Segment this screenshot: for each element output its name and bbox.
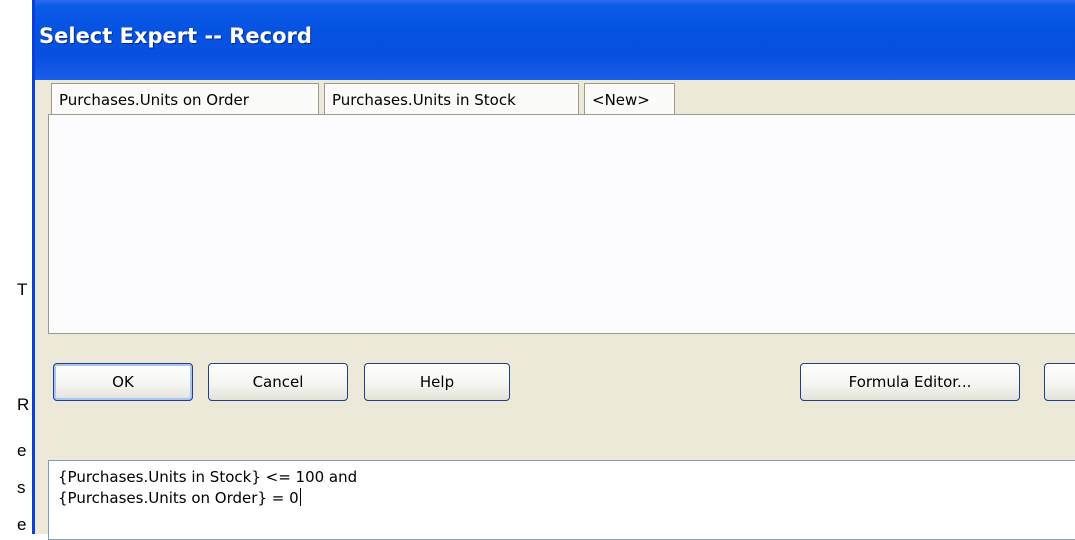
text-caret bbox=[299, 488, 301, 506]
tab-new[interactable]: <New> bbox=[584, 83, 675, 116]
background-glyph: e bbox=[17, 515, 27, 534]
tab-units-in-stock[interactable]: Purchases.Units in Stock bbox=[324, 83, 579, 116]
background-glyph: T bbox=[17, 280, 28, 299]
dialog-title: Select Expert -- Record bbox=[39, 24, 312, 48]
background-glyph: R bbox=[17, 395, 30, 414]
background-glyph: s bbox=[17, 478, 26, 497]
background-report-canvas: T R e s e bbox=[0, 0, 32, 534]
partial-button[interactable] bbox=[1044, 363, 1075, 401]
tab-label: Purchases.Units in Stock bbox=[332, 91, 516, 109]
title-bar[interactable]: Select Expert -- Record bbox=[35, 0, 1075, 80]
tab-units-on-order[interactable]: Purchases.Units on Order bbox=[51, 83, 319, 116]
formula-editor-button[interactable]: Formula Editor... bbox=[800, 363, 1020, 401]
cancel-button[interactable]: Cancel bbox=[208, 363, 348, 401]
formula-line: {Purchases.Units on Order} = 0 bbox=[58, 489, 299, 507]
ok-button[interactable]: OK bbox=[53, 363, 193, 401]
help-button[interactable]: Help bbox=[364, 363, 510, 401]
tab-content-panel bbox=[48, 114, 1075, 334]
select-expert-dialog: Select Expert -- Record Purchases.Units … bbox=[32, 0, 1075, 540]
formula-line: {Purchases.Units in Stock} <= 100 and bbox=[58, 468, 358, 486]
field-tab-strip: Purchases.Units on Order Purchases.Units… bbox=[51, 83, 1075, 116]
background-glyph: e bbox=[17, 441, 27, 460]
tab-label: <New> bbox=[592, 91, 650, 109]
selection-formula-textbox[interactable]: {Purchases.Units in Stock} <= 100 and {P… bbox=[48, 460, 1075, 540]
tab-label: Purchases.Units on Order bbox=[59, 91, 249, 109]
